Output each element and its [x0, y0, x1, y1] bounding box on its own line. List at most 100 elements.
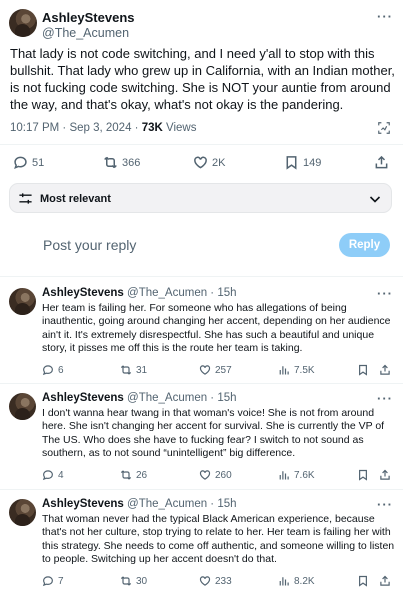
reply-author-name[interactable]: AshleyStevens	[42, 392, 124, 404]
repost-action[interactable]: 31	[120, 364, 147, 376]
more-options-icon[interactable]: ···	[377, 391, 393, 406]
reply-icon	[42, 365, 53, 376]
share-action[interactable]	[374, 155, 389, 170]
more-options-icon[interactable]: ···	[377, 497, 393, 512]
repost-count: 31	[136, 364, 148, 376]
reply-header: AshleyStevens @The_Acumen · 15h	[42, 287, 237, 299]
avatar[interactable]	[9, 499, 36, 526]
like-count: 260	[215, 469, 232, 481]
like-count: 2K	[212, 156, 226, 169]
repost-icon	[120, 576, 132, 586]
filter-sliders-icon	[19, 193, 32, 204]
views-action[interactable]: 7.5K	[278, 364, 315, 376]
views-count: 7.6K	[294, 469, 315, 481]
reply-item[interactable]: AshleyStevens @The_Acumen · 15h ··· That…	[0, 493, 403, 597]
like-count: 233	[215, 575, 232, 587]
views-label: Views	[162, 122, 197, 134]
reply-author-name[interactable]: AshleyStevens	[42, 498, 124, 510]
reply-item[interactable]: AshleyStevens @The_Acumen · 15h ··· I do…	[0, 387, 403, 487]
heart-icon	[194, 156, 207, 169]
reply-author-handle[interactable]: @The_Acumen	[127, 287, 207, 299]
share-action[interactable]	[379, 364, 391, 376]
reply-header: AshleyStevens @The_Acumen · 15h	[42, 498, 237, 510]
post-meta: 10:17 PM · Sep 3, 2024 · 73K Views	[10, 122, 196, 134]
bookmark-action[interactable]	[357, 469, 369, 481]
reply-icon	[42, 576, 53, 587]
like-action[interactable]: 257	[199, 364, 232, 376]
bookmark-action[interactable]	[357, 364, 369, 376]
views-count: 73K	[141, 122, 163, 134]
repost-icon	[104, 156, 117, 169]
post-timestamp[interactable]: 10:17 PM · Sep 3, 2024 ·	[10, 122, 142, 134]
analytics-icon	[279, 577, 289, 586]
repost-action[interactable]: 366	[103, 155, 140, 170]
bookmark-action[interactable]	[357, 575, 369, 587]
reply-time[interactable]: 15h	[217, 287, 236, 299]
reply-count: 4	[58, 469, 64, 481]
reply-action[interactable]: 4	[42, 469, 64, 481]
like-action[interactable]: 260	[199, 469, 232, 481]
repost-count: 30	[136, 575, 148, 587]
like-count: 257	[215, 364, 232, 376]
views-count: 7.5K	[294, 364, 315, 376]
like-action[interactable]: 2K	[193, 155, 225, 170]
reply-time[interactable]: 15h	[217, 392, 236, 404]
reply-action[interactable]: 6	[42, 364, 64, 376]
share-action[interactable]	[379, 469, 391, 481]
reply-text: I don't wanna hear twang in that woman's…	[42, 407, 385, 459]
share-action[interactable]	[379, 575, 391, 587]
reply-count: 7	[58, 575, 64, 587]
reply-author-handle[interactable]: @The_Acumen	[127, 498, 207, 510]
analytics-icon	[279, 471, 289, 480]
author-handle[interactable]: @The_Acumen	[42, 26, 129, 40]
repost-icon	[120, 470, 132, 480]
bookmark-count: 149	[303, 156, 322, 169]
reply-action[interactable]: 51	[13, 155, 44, 170]
share-icon	[380, 469, 390, 480]
repost-count: 366	[122, 156, 141, 169]
repost-action[interactable]: 26	[120, 469, 147, 481]
reply-author-name[interactable]: AshleyStevens	[42, 287, 124, 299]
repost-action[interactable]: 30	[120, 575, 147, 587]
reply-text: That woman never had the typical Black A…	[42, 513, 395, 565]
bookmark-action[interactable]: 149	[284, 155, 321, 170]
share-icon	[380, 575, 390, 586]
bookmark-icon	[359, 469, 367, 481]
more-options-icon[interactable]: ···	[377, 9, 393, 24]
more-options-icon[interactable]: ···	[377, 286, 393, 301]
share-icon	[380, 364, 390, 375]
reply-text: Her team is failing her. For someone who…	[42, 302, 391, 354]
analytics-icon	[279, 366, 289, 375]
views-action[interactable]: 8.2K	[278, 575, 315, 587]
reply-button[interactable]: Reply	[339, 233, 390, 257]
reply-time[interactable]: 15h	[217, 498, 236, 510]
divider	[0, 276, 403, 277]
repost-count: 26	[136, 469, 148, 481]
reply-icon	[14, 156, 27, 169]
chevron-down-icon	[369, 196, 381, 203]
heart-icon	[199, 470, 211, 480]
reply-item[interactable]: AshleyStevens @The_Acumen · 15h ··· Her …	[0, 282, 403, 382]
repost-icon	[120, 365, 132, 375]
separator-dot: ·	[207, 287, 218, 299]
author-name[interactable]: AshleyStevens	[42, 10, 135, 25]
sort-replies-dropdown[interactable]: Most relevant	[9, 183, 392, 213]
reply-header: AshleyStevens @The_Acumen · 15h	[42, 392, 237, 404]
separator-dot: ·	[207, 498, 218, 510]
separator-dot: ·	[207, 392, 218, 404]
reply-author-handle[interactable]: @The_Acumen	[127, 392, 207, 404]
reply-count: 6	[58, 364, 64, 376]
bookmark-icon	[286, 156, 297, 170]
divider	[0, 383, 403, 384]
reply-icon	[42, 470, 53, 481]
views-action[interactable]: 7.6K	[278, 469, 315, 481]
grok-analyze-icon[interactable]	[377, 121, 391, 135]
main-post: AshleyStevens @The_Acumen ··· That lady …	[0, 0, 403, 180]
reply-input[interactable]: Post your reply	[43, 237, 136, 253]
avatar[interactable]	[9, 288, 36, 315]
avatar[interactable]	[9, 9, 37, 37]
reply-action[interactable]: 7	[42, 575, 64, 587]
like-action[interactable]: 233	[199, 575, 232, 587]
avatar[interactable]	[9, 393, 36, 420]
views-count: 8.2K	[294, 575, 315, 587]
